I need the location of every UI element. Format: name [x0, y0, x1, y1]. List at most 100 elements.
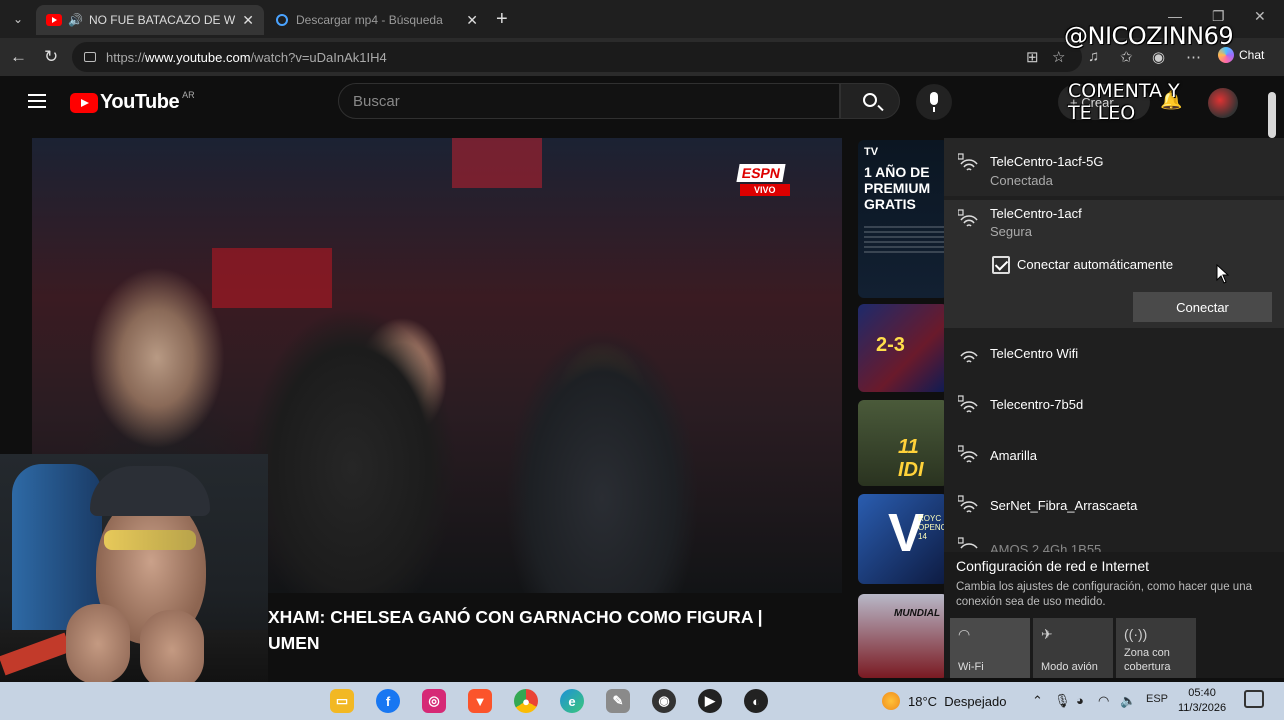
youtube-favicon-icon — [46, 14, 62, 26]
thumbnail-text: 11 IDI — [898, 436, 924, 481]
chevron-up-icon[interactable]: ⌃ — [1032, 693, 1043, 709]
live-badge: VIVO — [740, 184, 790, 196]
tile-label: Wi-Fi — [958, 661, 984, 673]
recommended-thumbnail[interactable]: MUNDIAL — [858, 594, 948, 678]
close-tab-icon[interactable]: ✕ — [242, 12, 254, 29]
recommended-thumbnail[interactable]: TV 1 AÑO DE PREMIUM GRATIS — [858, 140, 948, 298]
wifi-toggle-tile[interactable]: ◠ Wi-Fi — [950, 618, 1030, 678]
menu-icon[interactable] — [28, 94, 46, 108]
file-explorer-icon[interactable]: ▭ — [330, 689, 354, 713]
streamer-handle: @NICOZINN69 — [1064, 22, 1234, 50]
tab-title: Descargar mp4 - Búsqueda — [296, 13, 443, 27]
tab-title: NO FUE BATACAZO DE WREXHAM: CHELSEA GANÓ… — [88, 13, 236, 27]
profile-icon[interactable]: ◉ — [1152, 48, 1165, 66]
connect-button[interactable]: Conectar — [1133, 292, 1272, 322]
thumbnail-fine-print — [864, 226, 944, 256]
address-bar[interactable]: https://www.youtube.com/watch?v=uDaInAk1… — [72, 42, 1082, 72]
volume-icon[interactable]: 🔈 — [1120, 693, 1136, 709]
wifi-icon — [960, 351, 978, 363]
reload-icon[interactable]: ↻ — [44, 47, 58, 67]
recorder-icon[interactable]: ◉ — [652, 689, 676, 713]
facebook-icon[interactable]: f — [376, 689, 400, 713]
back-icon[interactable]: ← — [10, 47, 27, 67]
auto-connect-checkbox[interactable] — [992, 256, 1010, 274]
thumbs-up-hand — [140, 610, 204, 690]
more-icon[interactable]: ⋯ — [1186, 48, 1201, 66]
wifi-secure-icon — [958, 153, 978, 171]
wifi-icon: ◠ — [958, 626, 971, 642]
microphone-icon[interactable]: 🎙 — [1054, 693, 1071, 709]
chrome-icon[interactable]: ● — [514, 689, 538, 713]
brave-icon[interactable]: ▼ — [468, 689, 492, 713]
network-name: Telecentro-7b5d — [990, 397, 1084, 412]
thumbnail-text: 2-3 — [876, 334, 905, 356]
wifi-secure-icon — [958, 495, 978, 513]
instagram-icon[interactable]: ◎ — [422, 689, 446, 713]
airplane-icon: ✈ — [1041, 626, 1053, 642]
logo-text: YouTube — [100, 91, 180, 113]
youtube-logo[interactable]: YouTube AR — [70, 89, 195, 114]
streamer-cap — [90, 466, 210, 516]
music-icon[interactable]: ♫ — [1088, 48, 1099, 65]
network-item[interactable]: TeleCentro Wifi — [944, 330, 1284, 380]
notifications-center-icon[interactable] — [1244, 690, 1264, 708]
network-item-expanded[interactable]: TeleCentro-1acf Segura Conectar automáti… — [944, 200, 1284, 328]
thumbnail-logo: TV — [864, 146, 879, 158]
new-tab-icon[interactable]: + — [496, 8, 508, 31]
edge-icon[interactable]: e — [560, 689, 584, 713]
system-clock[interactable]: 05:40 11/3/2026 — [1178, 686, 1226, 716]
network-name: Amarilla — [990, 448, 1037, 463]
country-code: AR — [182, 89, 195, 100]
close-window-icon[interactable]: ✕ — [1254, 8, 1266, 25]
network-item[interactable]: TeleCentro-1acf-5G Conectada — [944, 138, 1284, 196]
network-status: Segura — [990, 224, 1032, 239]
voice-search-icon[interactable] — [916, 84, 952, 120]
tab-search[interactable]: Descargar mp4 - Búsqueda ✕ — [266, 5, 488, 35]
url-prefix: https:// — [106, 49, 146, 65]
mobile-hotspot-tile[interactable]: ((·)) Zona con cobertura — [1116, 618, 1196, 678]
favorites-icon[interactable]: ✩ — [1120, 48, 1133, 66]
app-tray-icon[interactable]: ◕ — [1076, 693, 1084, 708]
weather-sun-icon — [882, 692, 900, 710]
tab-youtube-video[interactable]: 🔊 NO FUE BATACAZO DE WREXHAM: CHELSEA GA… — [36, 5, 264, 35]
network-settings-link[interactable]: Configuración de red e Internet — [956, 558, 1149, 574]
chat-label: Chat — [1239, 48, 1265, 62]
network-name: TeleCentro-1acf-5G — [990, 154, 1104, 169]
thumbnail-text: 1 AÑO DE PREMIUM GRATIS — [864, 164, 931, 212]
language-indicator[interactable]: ESP — [1146, 693, 1168, 705]
espn-logo: ESPN — [736, 164, 786, 182]
tile-label: Modo avión — [1041, 661, 1098, 673]
favorite-star-icon[interactable]: ☆ — [1052, 48, 1065, 66]
auto-connect-label: Conectar automáticamente — [1017, 257, 1174, 272]
network-item[interactable]: Telecentro-7b5d — [944, 380, 1284, 430]
recommended-thumbnail[interactable]: V ROYC OPENC 14 — [858, 494, 948, 584]
airplane-mode-tile[interactable]: ✈ Modo avión — [1033, 618, 1113, 678]
tab-actions-menu[interactable]: ⌄ — [6, 8, 30, 30]
wifi-secure-icon — [958, 209, 978, 227]
network-name: TeleCentro Wifi — [990, 346, 1079, 361]
network-item[interactable]: AMOS 2.4Gh 1B55 — [944, 532, 1284, 552]
avatar[interactable] — [1208, 88, 1238, 118]
close-tab-icon[interactable]: ✕ — [466, 12, 478, 29]
url-path: /watch?v=uDaInAk1IH4 — [250, 49, 387, 65]
app-available-icon[interactable]: ⊞ — [1026, 48, 1039, 66]
wifi-secure-icon — [958, 537, 978, 549]
player-icon[interactable]: ▶ — [698, 689, 722, 713]
search-button[interactable] — [840, 83, 900, 119]
speaker-icon[interactable]: 🔊 — [68, 13, 83, 27]
video-background-seats — [212, 248, 332, 308]
page-scrollbar[interactable] — [1268, 92, 1276, 138]
network-item[interactable]: SerNet_Fibra_Arrascaeta — [944, 480, 1284, 530]
recommended-thumbnail[interactable]: 2-3 — [858, 304, 948, 392]
network-item[interactable]: Amarilla — [944, 430, 1284, 480]
recommended-thumbnail[interactable]: 11 IDI — [858, 400, 948, 486]
lock-icon — [84, 52, 96, 62]
comment-prompt: COMENTA Y TE LEO — [1068, 80, 1180, 124]
obs-icon[interactable]: ◐ — [744, 689, 768, 713]
toolbox-icon[interactable]: ✎ — [606, 689, 630, 713]
network-settings-description: Cambia los ajustes de configuración, com… — [956, 581, 1252, 608]
search-input[interactable]: Buscar — [338, 83, 840, 119]
wifi-network-flyout: TeleCentro-1acf-5G Conectada TeleCentro-… — [944, 138, 1284, 678]
weather-widget[interactable]: 18°C Despejado — [882, 692, 1006, 710]
wifi-tray-icon[interactable]: ◠ — [1098, 693, 1109, 709]
